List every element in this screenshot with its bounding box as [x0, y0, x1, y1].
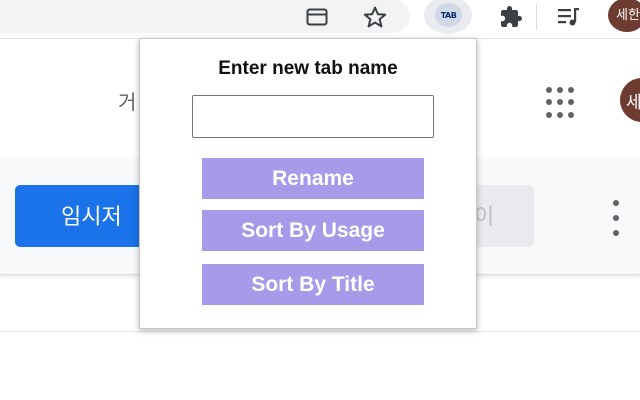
- sort-by-usage-button[interactable]: Sort By Usage: [202, 210, 424, 251]
- reading-list-icon[interactable]: [554, 0, 584, 33]
- tab-renamer-extension-icon[interactable]: TAB: [435, 3, 462, 27]
- apps-grid-icon[interactable]: [545, 86, 579, 120]
- extension-logo-text: TAB: [440, 10, 457, 20]
- profile-avatar[interactable]: 세한: [608, 0, 640, 32]
- rename-button[interactable]: Rename: [202, 158, 424, 199]
- popup-title: Enter new tab name: [218, 58, 398, 79]
- page-divider: [0, 331, 640, 332]
- puzzle-piece-icon[interactable]: [496, 0, 526, 33]
- profile-label: 세한: [616, 8, 640, 23]
- account-avatar-letter: 세: [626, 93, 640, 113]
- browser-toolbar: TAB 세한: [0, 0, 640, 35]
- tab-rename-popup: Enter new tab name Rename Sort By Usage …: [139, 38, 477, 329]
- sort-by-title-button[interactable]: Sort By Title: [202, 264, 424, 305]
- star-outline-icon[interactable]: [360, 0, 390, 33]
- tab-name-input[interactable]: [192, 95, 434, 138]
- tab-search-icon[interactable]: [302, 0, 332, 33]
- toolbar-divider: [536, 4, 537, 30]
- more-vert-icon[interactable]: [608, 200, 624, 236]
- address-bar-end[interactable]: [0, 0, 410, 33]
- account-avatar[interactable]: 세: [620, 78, 640, 122]
- page-header-text[interactable]: 거: [118, 86, 136, 115]
